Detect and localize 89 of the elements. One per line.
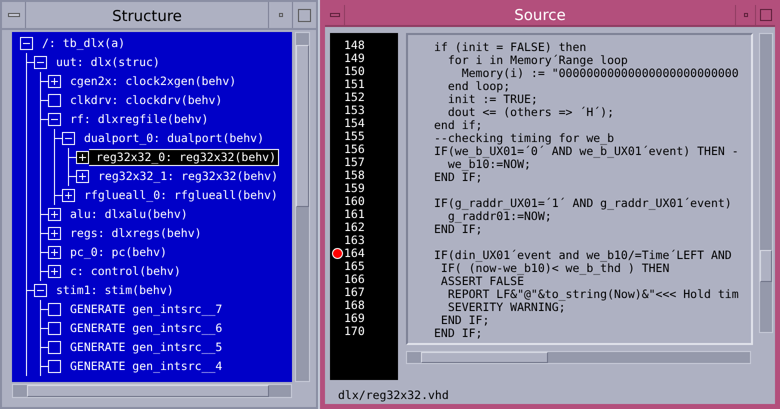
code-line: end loop; xyxy=(446,79,510,93)
code-line: IF(din_UX01´event and we_b10/=Time´LEFT AND xyxy=(434,248,732,262)
code-line: ASSERT FALSE xyxy=(440,274,524,288)
code-line: END IF; xyxy=(434,326,482,340)
line-number: 162 xyxy=(344,221,365,234)
code-line: --checking timing for we_b xyxy=(434,131,614,145)
breakpoint-icon[interactable] xyxy=(332,248,342,259)
expand-icon[interactable] xyxy=(48,75,61,88)
collapse-icon[interactable] xyxy=(20,37,33,50)
line-number: 154 xyxy=(344,117,365,130)
code-line: g_raddr01:=NOW; xyxy=(448,209,552,223)
line-number: 167 xyxy=(344,286,365,299)
line-number: 149 xyxy=(344,52,365,65)
tree-item[interactable]: GENERATE gen_intsrc__4 xyxy=(61,358,226,375)
tree-item[interactable]: uut: dlx(struc) xyxy=(47,54,164,71)
tree-item[interactable]: rf: dlxregfile(behv) xyxy=(61,111,212,128)
tree-item[interactable]: GENERATE gen_intsrc__7 xyxy=(61,301,226,318)
line-number: 157 xyxy=(344,156,365,169)
tree-item[interactable]: alu: dlxalu(behv) xyxy=(61,206,192,223)
code-line: init := TRUE; xyxy=(446,92,538,106)
horizontal-scrollbar[interactable] xyxy=(12,384,292,398)
line-number: 169 xyxy=(344,312,365,325)
code-line: END IF; xyxy=(440,313,490,327)
scrollbar-thumb[interactable] xyxy=(421,352,548,363)
maximize-button[interactable] xyxy=(755,5,775,25)
code-line: Memory(i) := "00000000000000000000000000 xyxy=(460,66,739,80)
expand-icon[interactable] xyxy=(48,265,61,278)
expand-icon[interactable] xyxy=(48,208,61,221)
line-number: 168 xyxy=(344,299,365,312)
tree-item[interactable]: dualport_0: dualport(behv) xyxy=(75,130,268,147)
line-number: 158 xyxy=(344,169,365,182)
code-line: SEVERITY WARNING; xyxy=(446,300,566,314)
tree-item[interactable]: regs: dlxregs(behv) xyxy=(61,225,206,242)
line-number: 156 xyxy=(344,143,365,156)
tree-item[interactable]: c: control(behv) xyxy=(61,263,185,280)
line-number: 164 xyxy=(344,247,365,260)
line-number: 160 xyxy=(344,195,365,208)
expand-icon[interactable] xyxy=(62,189,75,202)
line-number: 152 xyxy=(344,91,365,104)
collapse-icon[interactable] xyxy=(34,284,47,297)
tree-item[interactable]: clkdrv: clockdrv(behv) xyxy=(61,92,226,109)
collapse-icon[interactable] xyxy=(48,113,61,126)
line-number: 150 xyxy=(344,65,365,78)
vertical-scrollbar[interactable] xyxy=(295,32,310,382)
tree-item[interactable]: cgen2x: clock2xgen(behv) xyxy=(61,73,240,90)
horizontal-scrollbar[interactable] xyxy=(406,351,751,364)
code-line: IF( (now-we_b10)< we_b_thd ) THEN xyxy=(440,261,670,275)
code-line: END IF; xyxy=(434,222,482,236)
line-number: 161 xyxy=(344,208,365,221)
line-number: 159 xyxy=(344,182,365,195)
line-number: 166 xyxy=(344,273,365,286)
tree-item[interactable]: /: tb_dlx(a) xyxy=(33,35,130,52)
code-line: for i in Memory´Range loop xyxy=(446,53,628,67)
expand-icon[interactable] xyxy=(48,227,61,240)
tree-item[interactable]: reg32x32_1: reg32x32(behv) xyxy=(89,168,282,185)
code-editor[interactable] xyxy=(406,33,753,345)
tree-item[interactable]: rfglueall_0: rfglueall(behv) xyxy=(75,187,282,204)
code-line: IF(we_b_UX01=´0´ AND we_b_UX01´event) THEN - xyxy=(434,144,739,158)
code-line: if (init = FALSE) then xyxy=(434,40,586,54)
code-line: REPORT LF&"@"&to_string(Now)&"<<< Hold tim xyxy=(446,287,739,301)
line-number: 163 xyxy=(344,234,365,247)
line-number: 165 xyxy=(344,260,365,273)
code-line: end if; xyxy=(434,118,482,132)
code-line: END IF; xyxy=(434,170,482,184)
tree-item[interactable]: GENERATE gen_intsrc__5 xyxy=(61,339,226,356)
scrollbar-thumb[interactable] xyxy=(27,385,269,397)
scrollbar-thumb[interactable] xyxy=(760,250,772,282)
tree-item[interactable]: pc_0: pc(behv) xyxy=(61,244,171,261)
code-line: we_b10:=NOW; xyxy=(448,157,531,171)
expand-icon[interactable] xyxy=(76,170,89,183)
line-number: 148 xyxy=(344,39,365,52)
tree-item[interactable]: reg32x32_0: reg32x32(behv) xyxy=(89,149,280,166)
code-line: IF(g_raddr_UX01=´1´ AND g_raddr_UX01´event) xyxy=(434,196,732,210)
window-title: Structure xyxy=(111,6,183,27)
window-title: Source xyxy=(513,5,567,25)
code-line: dout <= (others => ´H´); xyxy=(446,105,614,119)
tree-item[interactable]: stim1: stim(behv) xyxy=(47,282,178,299)
collapse-icon[interactable] xyxy=(62,132,75,145)
vertical-scrollbar[interactable] xyxy=(759,33,773,333)
collapse-icon[interactable] xyxy=(34,56,47,69)
file-path: dlx/reg32x32.vhd xyxy=(338,388,449,402)
line-number: 153 xyxy=(344,104,365,117)
scrollbar-thumb[interactable] xyxy=(296,45,309,207)
tree-item[interactable]: GENERATE gen_intsrc__6 xyxy=(61,320,226,337)
expand-icon[interactable] xyxy=(48,246,61,259)
line-number: 170 xyxy=(344,325,365,338)
line-number: 155 xyxy=(344,130,365,143)
expand-icon[interactable] xyxy=(76,151,89,164)
line-number: 151 xyxy=(344,78,365,91)
